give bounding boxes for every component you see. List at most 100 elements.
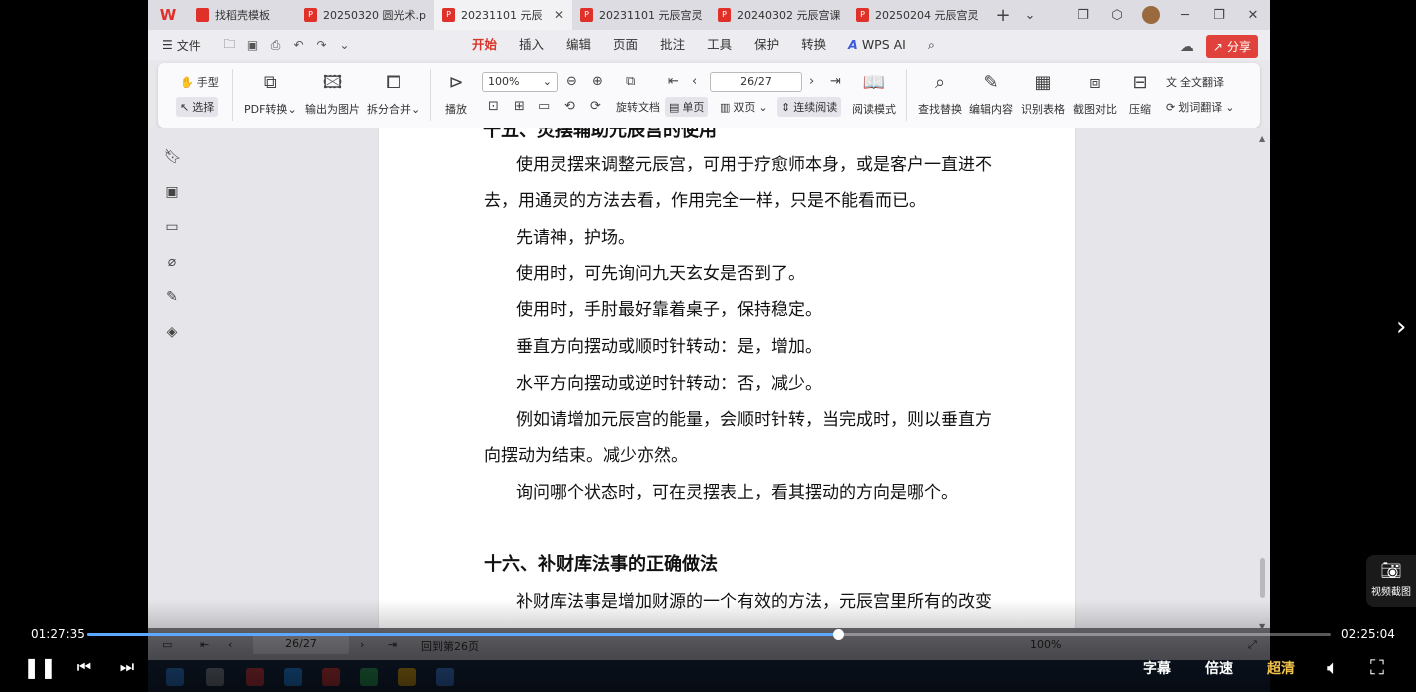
tab-page[interactable]: 页面 <box>602 30 649 60</box>
next-page-icon[interactable]: › <box>360 638 364 651</box>
tab-start[interactable]: 开始 <box>461 30 508 60</box>
paragraph: 向摆动为结束。减少亦然。 <box>484 446 688 466</box>
zoom-value[interactable]: 100% <box>1030 638 1061 651</box>
split-merge-button[interactable]: ⧠ 拆分合并⌄ <box>367 71 420 117</box>
speed-button[interactable]: 倍速 <box>1205 658 1233 678</box>
volume-icon[interactable]: 🔈︎ <box>1322 655 1344 679</box>
full-translate-button[interactable]: 文全文翻译 <box>1166 74 1224 90</box>
zoom-in-icon[interactable]: ⊕ <box>592 74 603 89</box>
subtitle-button[interactable]: 字幕 <box>1143 658 1171 678</box>
screenshot-compare-button[interactable]: ⧈ 截图对比 <box>1073 71 1117 117</box>
minimize-icon[interactable]: ─ <box>1168 0 1202 30</box>
fit-height-icon[interactable]: ▭ <box>538 99 550 114</box>
close-tab-icon[interactable]: ✕ <box>554 8 564 22</box>
wps-ai-button[interactable]: A WPS AI <box>837 30 917 60</box>
cube-icon[interactable]: ⬡ <box>1100 0 1134 30</box>
tab-doc-5[interactable]: P 20250204 元辰宫灵 <box>848 0 986 30</box>
chevron-right-icon[interactable]: › <box>1396 312 1406 342</box>
prev-page-icon[interactable]: ‹ <box>692 74 697 89</box>
last-page-icon[interactable]: ⇥ <box>388 638 397 651</box>
avatar[interactable] <box>1134 0 1168 30</box>
single-page-button[interactable]: ▤ 单页 <box>665 97 709 117</box>
find-replace-button[interactable]: ⌕ 查找替换 <box>918 71 962 117</box>
previous-icon[interactable]: ⏮︎ <box>74 655 94 679</box>
chevron-down-icon[interactable]: ⌄ <box>333 38 356 52</box>
play-button[interactable]: ⊳ 播放 <box>445 71 467 117</box>
next-page-icon[interactable]: › <box>809 74 814 89</box>
tab-edit[interactable]: 编辑 <box>555 30 602 60</box>
bookmark-icon[interactable]: 🔖︎ <box>164 149 182 165</box>
sidebar-toggle-icon[interactable]: ▭ <box>162 638 172 651</box>
next-icon[interactable]: ⏭︎ <box>117 655 137 679</box>
double-page-button[interactable]: ▥ 双页 ⌄ <box>720 99 768 115</box>
word-translate-icon: ⟳ <box>1166 100 1176 114</box>
tab-template[interactable]: 找稻壳模板 <box>188 0 296 30</box>
open-folder-icon[interactable]: 🗀 <box>218 35 241 56</box>
rotate-left-icon[interactable]: ⟲ <box>564 99 575 114</box>
last-page-icon[interactable]: ⇥ <box>830 74 841 89</box>
hand-tool[interactable]: ✋ 手型 <box>180 74 219 90</box>
pause-icon[interactable]: ❚❚ <box>23 655 57 679</box>
tab-tools[interactable]: 工具 <box>696 30 743 60</box>
paragraph: 例如请增加元辰宫的能量，会顺时针转，当完成时，则以垂直方 <box>516 410 992 430</box>
compare-icon: ⧈ <box>1089 72 1101 93</box>
fit-page-icon[interactable]: ⧉ <box>626 74 635 89</box>
recognize-table-button[interactable]: ▦ 识别表格 <box>1021 71 1065 117</box>
page-number-input[interactable]: 26/27 <box>710 72 802 92</box>
search-icon[interactable]: ⌕ <box>917 30 946 60</box>
document-canvas[interactable]: 十五、灵摆辅助元辰宫的使用 使用灵摆来调整元辰宫，可用于疗愈师本身，或是客户一直… <box>148 128 1270 628</box>
signature-icon[interactable]: ✎ <box>164 289 180 305</box>
tab-dropdown-icon[interactable]: ⌄ <box>1020 0 1040 30</box>
select-tool[interactable]: ↖ 选择 <box>176 97 219 117</box>
zoom-out-icon[interactable]: ⊖ <box>566 74 577 89</box>
comment-icon[interactable]: ▭ <box>164 219 180 235</box>
progress-bar[interactable] <box>87 629 1331 640</box>
zoom-select[interactable]: 100% ⌄ <box>482 72 558 92</box>
prev-page-icon[interactable]: ‹ <box>228 638 232 651</box>
tab-doc-1[interactable]: P 20250320 圆光术.pdf <box>296 0 434 30</box>
back-to-page-link[interactable]: 回到第26页 <box>421 638 479 654</box>
export-image-button[interactable]: 🖾 输出为图片 <box>305 71 360 117</box>
status-page-number[interactable]: 26/27 <box>253 634 349 654</box>
window-list-icon[interactable]: ❐ <box>1066 0 1100 30</box>
tab-insert[interactable]: 插入 <box>508 30 555 60</box>
compress-button[interactable]: ⊟ 压缩 <box>1129 71 1151 117</box>
tab-protect[interactable]: 保护 <box>743 30 790 60</box>
file-menu[interactable]: ☰ 文件 <box>148 37 218 54</box>
read-mode-button[interactable]: 📖 阅读模式 <box>852 71 896 117</box>
edit-content-button[interactable]: ✎ 编辑内容 <box>969 71 1013 117</box>
tab-doc-3[interactable]: P 20231101 元辰宫灵 <box>572 0 710 30</box>
new-tab-button[interactable]: + <box>986 0 1020 30</box>
close-window-icon[interactable]: ✕ <box>1236 0 1270 30</box>
tab-convert[interactable]: 转换 <box>790 30 837 60</box>
vertical-scrollbar[interactable] <box>1260 558 1265 598</box>
tab-annotate[interactable]: 批注 <box>649 30 696 60</box>
save-icon[interactable]: ▣ <box>241 38 264 52</box>
thumbnail-icon[interactable]: ▣ <box>164 184 180 200</box>
word-translate-button[interactable]: ⟳ 划词翻译 ⌄ <box>1166 99 1234 115</box>
continuous-read-button[interactable]: ⇕ 连续阅读 <box>777 97 842 117</box>
print-icon[interactable]: ⎙ <box>264 38 287 53</box>
undo-icon[interactable]: ↶ <box>287 38 310 52</box>
fit-width-icon[interactable]: ⊞ <box>514 99 525 114</box>
pdf-convert-button[interactable]: ⧉ PDF转换⌄ <box>244 71 297 117</box>
attachment-icon[interactable]: ⌀ <box>164 254 180 270</box>
snapshot-button[interactable]: 📷︎ 视频截图 <box>1366 555 1416 607</box>
restore-icon[interactable]: ❐ <box>1202 0 1236 30</box>
cloud-sync-icon[interactable]: ☁ <box>1180 39 1194 55</box>
quality-button[interactable]: 超清 <box>1267 658 1295 678</box>
fullscreen-doc-icon[interactable]: ⤢ <box>1248 638 1257 652</box>
actual-size-icon[interactable]: ⊡ <box>488 99 499 114</box>
scroll-up-icon[interactable]: ▲ <box>1259 134 1265 143</box>
tab-doc-active[interactable]: P 20231101 元辰 ✕ <box>434 0 572 30</box>
rotate-right-icon[interactable]: ⟳ <box>590 99 601 114</box>
rotate-doc-button[interactable]: 旋转文档 <box>616 99 660 115</box>
redo-icon[interactable]: ↷ <box>310 38 333 52</box>
share-button[interactable]: ↗ 分享 <box>1205 35 1258 58</box>
layers-icon[interactable]: ◈ <box>164 324 180 340</box>
first-page-icon[interactable]: ⇤ <box>668 74 679 89</box>
tab-doc-4[interactable]: P 20240302 元辰宫课 <box>710 0 848 30</box>
first-page-icon[interactable]: ⇤ <box>200 638 209 651</box>
fullscreen-icon[interactable]: ⛶ <box>1366 655 1388 679</box>
edit-content-label: 编辑内容 <box>969 103 1013 116</box>
